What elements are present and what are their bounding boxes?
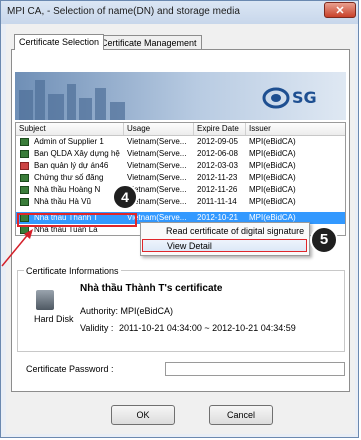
cancel-button[interactable]: Cancel — [209, 405, 273, 425]
password-label: Certificate Password : — [26, 364, 114, 374]
table-row[interactable]: Nhà thầu Hoàng N Vietnam(Serve... 2012-1… — [16, 184, 345, 196]
list-header: Subject Usage Expire Date Issuer — [16, 123, 345, 136]
issuer-cell: MPI(eBidCA) — [249, 161, 296, 170]
tab-certificate-management[interactable]: Certificate Management — [96, 35, 202, 49]
issuer-cell: MPI(eBidCA) — [249, 137, 296, 146]
table-row[interactable]: Nhà thầu Hà Vũ Vietnam(Serve... 2011-11-… — [16, 196, 345, 208]
sg-logo-text: SG — [292, 88, 317, 107]
expire-cell: 2012-09-05 — [197, 137, 238, 146]
selected-row-highlight — [17, 213, 137, 227]
subject-cell: Chứng thư số đăng — [34, 173, 104, 182]
password-input[interactable] — [165, 362, 345, 376]
subject-cell: Nhà thầu Hà Vũ — [34, 197, 91, 206]
step-4-badge: 4 — [112, 184, 138, 210]
context-menu: Read certificate of digital signature Vi… — [140, 222, 310, 256]
subject-cell: Ban QLDA Xây dựng hệ — [34, 149, 120, 158]
column-header-expire-date[interactable]: Expire Date — [194, 123, 246, 135]
validity-label: Validity : — [80, 323, 114, 333]
column-header-issuer[interactable]: Issuer — [246, 123, 345, 135]
certificate-title: Nhà thầu Thành T's certificate — [80, 283, 223, 294]
certificate-icon — [20, 186, 29, 194]
expire-cell: 2012-06-08 — [197, 149, 238, 158]
table-row[interactable]: Admin of Supplier 1 Vietnam(Serve... 201… — [16, 136, 345, 148]
usage-cell: Vietnam(Serve... — [127, 149, 187, 158]
table-row[interactable]: Chứng thư số đăng Vietnam(Serve... 2012-… — [16, 172, 345, 184]
expire-cell: 2012-11-23 — [197, 173, 238, 182]
usage-cell: Vietnam(Serve... — [127, 137, 187, 146]
issuer-cell: MPI(eBidCA) — [249, 185, 296, 194]
usage-cell: Vietnam(Serve... — [127, 173, 187, 182]
tab-certificate-selection[interactable]: Certificate Selection — [14, 34, 105, 50]
hard-disk-icon — [36, 290, 54, 310]
window-title: MPI CA, - Selection of name(DN) and stor… — [7, 6, 240, 17]
menu-item-view-detail[interactable]: View Detail — [142, 239, 307, 252]
column-header-subject[interactable]: Subject — [16, 123, 124, 135]
usage-cell: Vietnam(Serve... — [127, 161, 187, 170]
issuer-cell: MPI(eBidCA) — [249, 197, 296, 206]
close-button[interactable]: ✕ — [324, 2, 356, 18]
expire-cell: 2011-11-14 — [197, 197, 237, 206]
column-header-usage[interactable]: Usage — [124, 123, 194, 135]
issuer-cell: MPI(eBidCA) — [249, 149, 296, 158]
device-label: Hard Disk — [34, 314, 74, 324]
step-5-badge: 5 — [310, 226, 338, 254]
validity-value: 2011-10-21 04:34:00 ~ 2012-10-21 04:34:5… — [119, 323, 296, 333]
ok-button[interactable]: OK — [111, 405, 175, 425]
red-arrow-icon — [1, 229, 33, 267]
subject-cell: Ban quản lý dự án46 — [34, 161, 109, 170]
certificate-icon — [20, 138, 29, 146]
menu-item-read-certificate[interactable]: Read certificate of digital signature — [142, 225, 307, 238]
expired-certificate-icon — [20, 162, 29, 170]
certificate-info-title: Certificate Informations — [24, 266, 121, 276]
subject-cell: Admin of Supplier 1 — [34, 137, 104, 146]
certificate-icon — [20, 150, 29, 158]
expire-cell: 2012-11-26 — [197, 185, 238, 194]
authority-text: Authority: MPI(eBidCA) — [80, 306, 174, 316]
issuer-cell: MPI(eBidCA) — [249, 173, 296, 182]
table-row[interactable]: Ban quản lý dự án46 Vietnam(Serve... 201… — [16, 160, 345, 172]
subject-cell: Nhà thầu Hoàng N — [34, 185, 101, 194]
certificate-icon — [20, 174, 29, 182]
table-row[interactable]: Ban QLDA Xây dựng hệ Vietnam(Serve... 20… — [16, 148, 345, 160]
expire-cell: 2012-03-03 — [197, 161, 238, 170]
certificate-icon — [20, 198, 29, 206]
